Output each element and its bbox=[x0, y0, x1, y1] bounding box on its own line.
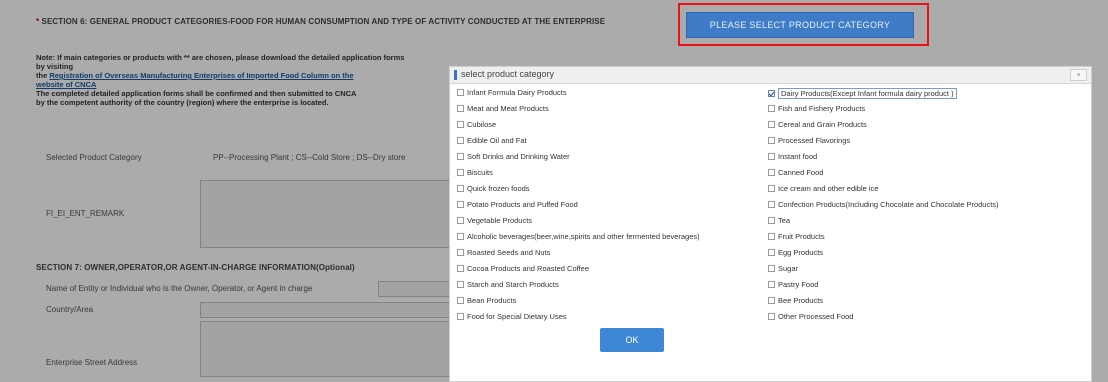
category-item[interactable]: Starch and Starch Products bbox=[457, 280, 559, 289]
checkbox[interactable] bbox=[457, 137, 464, 144]
category-item[interactable]: Edible Oil and Fat bbox=[457, 136, 527, 145]
checkbox[interactable] bbox=[768, 281, 775, 288]
highlight-annotation-frame bbox=[678, 3, 929, 46]
category-label: Confection Products(Including Chocolate … bbox=[778, 200, 999, 209]
checkbox[interactable] bbox=[768, 249, 775, 256]
category-label: Starch and Starch Products bbox=[467, 280, 559, 289]
checkbox[interactable] bbox=[457, 89, 464, 96]
category-label: Edible Oil and Fat bbox=[467, 136, 527, 145]
category-item[interactable]: Cocoa Products and Roasted Coffee bbox=[457, 264, 589, 273]
category-item[interactable]: Egg Products bbox=[768, 248, 823, 257]
checkbox[interactable] bbox=[457, 265, 464, 272]
category-item[interactable]: Confection Products(Including Chocolate … bbox=[768, 200, 999, 209]
checkbox[interactable] bbox=[457, 217, 464, 224]
checkbox[interactable] bbox=[457, 201, 464, 208]
category-label: Potato Products and Puffed Food bbox=[467, 200, 578, 209]
checkbox[interactable] bbox=[768, 121, 775, 128]
category-label: Alcoholic beverages(beer,wine,spirits an… bbox=[467, 232, 700, 241]
checkbox[interactable] bbox=[768, 105, 775, 112]
category-item[interactable]: Bee Products bbox=[768, 296, 823, 305]
category-item[interactable]: Tea bbox=[768, 216, 790, 225]
category-item[interactable]: Food for Special Dietary Uses bbox=[457, 312, 567, 321]
checkbox[interactable] bbox=[768, 185, 775, 192]
close-icon[interactable]: × bbox=[1070, 69, 1087, 81]
category-label: Bean Products bbox=[467, 296, 517, 305]
category-item[interactable]: Roasted Seeds and Nuts bbox=[457, 248, 550, 257]
category-label: Bee Products bbox=[778, 296, 824, 305]
checkbox[interactable] bbox=[768, 313, 775, 320]
category-item[interactable]: Bean Products bbox=[457, 296, 516, 305]
dialog-header: select product category × bbox=[450, 67, 1091, 84]
category-label: Ice cream and other edible ice bbox=[778, 184, 879, 193]
category-item[interactable]: Alcoholic beverages(beer,wine,spirits an… bbox=[457, 232, 700, 241]
checkbox[interactable] bbox=[457, 169, 464, 176]
category-label: Meat and Meat Products bbox=[467, 104, 549, 113]
category-item[interactable]: Instant food bbox=[768, 152, 817, 161]
dialog-title: select product category bbox=[461, 69, 555, 79]
category-label: Egg Products bbox=[778, 248, 824, 257]
category-label: Sugar bbox=[778, 264, 799, 273]
category-label: Fish and Fishery Products bbox=[778, 104, 866, 113]
checkbox[interactable] bbox=[768, 297, 775, 304]
checkbox[interactable] bbox=[457, 153, 464, 160]
category-label: Other Processed Food bbox=[778, 312, 854, 321]
category-item[interactable]: Pastry Food bbox=[768, 280, 818, 289]
category-label: Quick frozen foods bbox=[467, 184, 530, 193]
checkbox[interactable] bbox=[768, 169, 775, 176]
checkbox[interactable] bbox=[457, 281, 464, 288]
checkbox[interactable] bbox=[457, 105, 464, 112]
checkbox[interactable] bbox=[768, 265, 775, 272]
checkbox[interactable] bbox=[768, 217, 775, 224]
checkbox[interactable] bbox=[768, 233, 775, 240]
category-label: Tea bbox=[778, 216, 791, 225]
dialog-title-accent bbox=[454, 70, 457, 80]
checkbox[interactable] bbox=[768, 201, 775, 208]
checkbox[interactable] bbox=[768, 137, 775, 144]
category-label: Cocoa Products and Roasted Coffee bbox=[467, 264, 590, 273]
checkbox[interactable] bbox=[457, 249, 464, 256]
category-label: Instant food bbox=[778, 152, 818, 161]
category-item[interactable]: Fruit Products bbox=[768, 232, 825, 241]
category-item[interactable]: Ice cream and other edible ice bbox=[768, 184, 878, 193]
category-label: Biscuits bbox=[467, 168, 493, 177]
category-label: Cereal and Grain Products bbox=[778, 120, 867, 129]
category-label: Soft Drinks and Drinking Water bbox=[467, 152, 570, 161]
category-item[interactable]: Soft Drinks and Drinking Water bbox=[457, 152, 570, 161]
category-item[interactable]: Canned Food bbox=[768, 168, 823, 177]
checkbox-checked[interactable] bbox=[768, 90, 775, 97]
category-item[interactable]: Meat and Meat Products bbox=[457, 104, 549, 113]
category-label: Canned Food bbox=[778, 168, 824, 177]
category-label: Infant Formula Dairy Products bbox=[467, 88, 567, 97]
category-label: Processed Flavorings bbox=[778, 136, 851, 145]
category-item[interactable]: Quick frozen foods bbox=[457, 184, 530, 193]
category-item[interactable]: Biscuits bbox=[457, 168, 493, 177]
category-label: Pastry Food bbox=[778, 280, 819, 289]
checkbox[interactable] bbox=[457, 313, 464, 320]
checkbox[interactable] bbox=[457, 233, 464, 240]
category-item[interactable]: Infant Formula Dairy Products bbox=[457, 88, 567, 97]
category-item[interactable]: Vegetable Products bbox=[457, 216, 532, 225]
ok-button[interactable]: OK bbox=[600, 328, 664, 352]
category-label: Vegetable Products bbox=[467, 216, 533, 225]
category-label: Roasted Seeds and Nuts bbox=[467, 248, 551, 257]
category-item[interactable]: Potato Products and Puffed Food bbox=[457, 200, 578, 209]
category-label: Fruit Products bbox=[778, 232, 825, 241]
checkbox[interactable] bbox=[457, 297, 464, 304]
category-item[interactable]: Processed Flavorings bbox=[768, 136, 850, 145]
category-item[interactable]: Fish and Fishery Products bbox=[768, 104, 865, 113]
category-item-selected[interactable]: Dairy Products(Except Infant formula dai… bbox=[768, 88, 957, 99]
category-item[interactable]: Other Processed Food bbox=[768, 312, 853, 321]
category-item[interactable]: Cubilose bbox=[457, 120, 496, 129]
checkbox[interactable] bbox=[768, 153, 775, 160]
category-label: Cubilose bbox=[467, 120, 497, 129]
category-label: Dairy Products(Except Infant formula dai… bbox=[778, 88, 957, 99]
category-item[interactable]: Cereal and Grain Products bbox=[768, 120, 867, 129]
product-category-dialog: select product category × Infant Formula… bbox=[449, 66, 1092, 382]
category-label: Food for Special Dietary Uses bbox=[467, 312, 567, 321]
checkbox[interactable] bbox=[457, 185, 464, 192]
checkbox[interactable] bbox=[457, 121, 464, 128]
category-item[interactable]: Sugar bbox=[768, 264, 798, 273]
